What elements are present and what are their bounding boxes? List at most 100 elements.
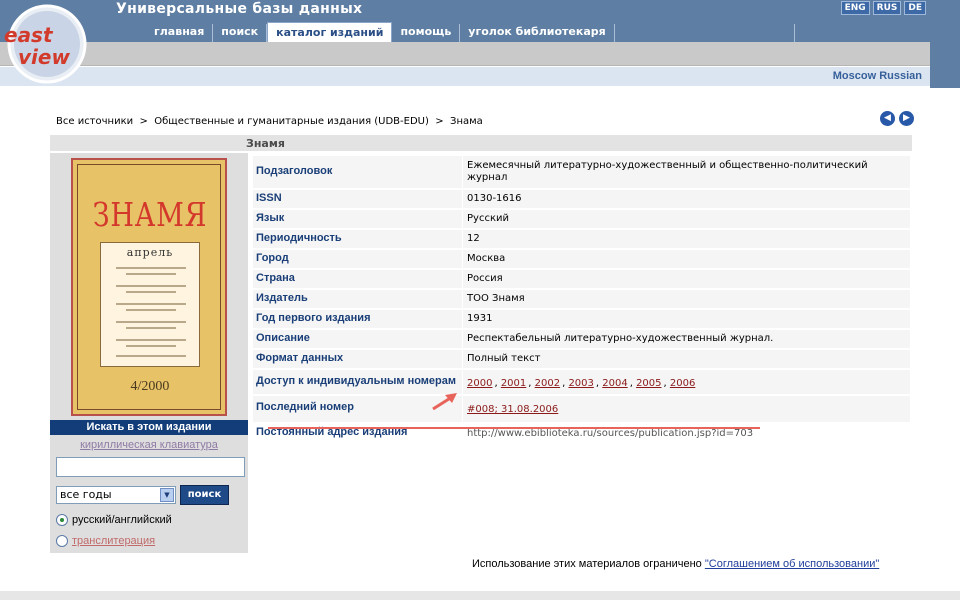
detail-row-format: Формат данных Полный текст (253, 350, 910, 368)
detail-row-description: Описание Респектабельный литературно-худ… (253, 330, 910, 348)
detail-row-country: Страна Россия (253, 270, 910, 288)
detail-row-publisher: Издатель ТОО Знамя (253, 290, 910, 308)
detail-key: Последний номер (256, 401, 354, 413)
detail-key: Периодичность (256, 232, 342, 244)
svg-text:view: view (18, 45, 70, 69)
detail-value: Полный текст (467, 353, 541, 364)
search-input[interactable] (56, 457, 245, 477)
year-link-2004[interactable]: 2004 (602, 378, 627, 389)
detail-key: Год первого издания (256, 312, 371, 324)
cover-text-line (126, 273, 176, 275)
header-right-strip (930, 42, 960, 88)
cover-text-line (116, 267, 186, 269)
permalink-value: http://www.ebiblioteka.ru/sources/public… (467, 428, 754, 439)
radio-translit-label[interactable]: транслитерация (72, 535, 155, 547)
year-link-2001[interactable]: 2001 (501, 378, 526, 389)
breadcrumb-separator: > (435, 116, 444, 127)
cyrillic-keyboard-link[interactable]: кириллическая клавиатура (50, 439, 248, 451)
nav-tab-home[interactable]: главная (146, 24, 214, 42)
detail-value: 1931 (467, 313, 493, 324)
radio-selected-icon[interactable] (56, 514, 68, 526)
language-switcher: ENG RUS DE (840, 1, 926, 15)
breadcrumb-item-current: Знама (450, 116, 483, 127)
cover-text-line (126, 291, 176, 293)
breadcrumb-item-collection[interactable]: Общественные и гуманитарные издания (UDB… (154, 116, 429, 127)
main-nav: главная поиск каталог изданий помощь уго… (146, 22, 795, 42)
prev-arrow-icon[interactable]: ◀ (880, 111, 895, 126)
nav-tab-help[interactable]: помощь (392, 24, 461, 42)
detail-value: Россия (467, 273, 503, 284)
year-select-value: все годы (60, 488, 112, 501)
nav-spacer (615, 24, 795, 42)
detail-key: Описание (256, 332, 310, 344)
detail-key: Страна (256, 272, 295, 284)
detail-value: ТОО Знамя (467, 293, 525, 304)
cover-month: апрель (126, 246, 174, 259)
lang-eng-button[interactable]: ENG (840, 1, 870, 15)
svg-text:east: east (4, 23, 54, 47)
detail-row-first-year: Год первого издания 1931 (253, 310, 910, 328)
detail-key: Подзаголовок (256, 165, 333, 177)
detail-row-language: Язык Русский (253, 210, 910, 228)
year-link-2005[interactable]: 2005 (636, 378, 661, 389)
detail-value: Ежемесячный литературно-художественный и… (467, 160, 868, 183)
detail-key: Доступ к индивидуальным номерам (256, 375, 457, 387)
detail-value: Респектабельный литературно-художественн… (467, 333, 774, 344)
detail-key: Город (256, 252, 289, 264)
detail-key: ISSN (256, 192, 282, 204)
title-band (50, 135, 912, 151)
cover-contents-box: апрель (100, 242, 200, 367)
pager: ◀ ▶ (880, 111, 914, 126)
detail-key: Язык (256, 212, 285, 224)
header-gray-band (0, 42, 930, 66)
detail-row-latest-issue: Последний номер #008; 31.08.2006 (253, 396, 910, 422)
year-link-2000[interactable]: 2000 (467, 378, 492, 389)
database-label: Moscow Russian (832, 70, 922, 82)
annotation-underline (268, 427, 760, 429)
cover-text-line (116, 339, 186, 341)
chevron-down-icon[interactable]: ▼ (160, 488, 174, 502)
cover-frame: ЗНАМЯ апрель 4/2000 (77, 164, 221, 410)
cover-image[interactable]: ЗНАМЯ апрель 4/2000 (71, 158, 227, 416)
nav-tab-catalog[interactable]: каталог изданий (267, 22, 393, 42)
detail-row-issn: ISSN 0130-1616 (253, 190, 910, 208)
detail-row-frequency: Периодичность 12 (253, 230, 910, 248)
bottom-bar (0, 591, 960, 600)
next-arrow-icon[interactable]: ▶ (899, 111, 914, 126)
radio-unselected-icon[interactable] (56, 535, 68, 547)
radio-rus-eng[interactable]: русский/английский (56, 514, 172, 526)
latest-issue-link[interactable]: #008; 31.08.2006 (467, 404, 558, 415)
detail-row-issue-access: Доступ к индивидуальным номерам 2000, 20… (253, 370, 910, 394)
cover-text-line (126, 309, 176, 311)
cover-masthead: ЗНАМЯ (92, 195, 208, 234)
year-links: 2000, 2001, 2002, 2003, 2004, 2005, 2006 (467, 378, 696, 389)
detail-value: Русский (467, 213, 509, 224)
annotation-arrow-icon (432, 393, 457, 411)
detail-key: Издатель (256, 292, 308, 304)
usage-agreement-link[interactable]: "Соглашением об использовании" (705, 558, 879, 570)
usage-note: Использование этих материалов ограничено… (472, 558, 879, 570)
search-button[interactable]: поиск (180, 485, 229, 505)
cover-text-line (126, 327, 176, 329)
year-link-2006[interactable]: 2006 (670, 378, 695, 389)
usage-note-text: Использование этих материалов ограничено (472, 558, 705, 570)
cover-issue-number: 4/2000 (130, 379, 170, 394)
site-title: Универсальные базы данных (116, 1, 363, 17)
east-view-logo[interactable]: east view (2, 2, 88, 86)
cover-text-line (116, 285, 186, 287)
lang-rus-button[interactable]: RUS (872, 1, 902, 15)
detail-row-subtitle: Подзаголовок Ежемесячный литературно-худ… (253, 156, 910, 188)
breadcrumb-item-all-sources[interactable]: Все источники (56, 116, 133, 127)
nav-tab-librarian[interactable]: уголок библиотекаря (460, 24, 615, 42)
detail-value: Москва (467, 253, 506, 264)
year-select[interactable]: все годы ▼ (56, 486, 176, 504)
year-link-2003[interactable]: 2003 (568, 378, 593, 389)
year-link-2002[interactable]: 2002 (535, 378, 560, 389)
header-info-band (0, 67, 930, 86)
radio-translit[interactable]: транслитерация (56, 535, 155, 547)
cover-text-line (116, 303, 186, 305)
nav-tab-search[interactable]: поиск (213, 24, 268, 42)
header: east view Универсальные базы данных ENG … (0, 0, 960, 88)
detail-key: Формат данных (256, 352, 344, 364)
lang-de-button[interactable]: DE (904, 1, 926, 15)
